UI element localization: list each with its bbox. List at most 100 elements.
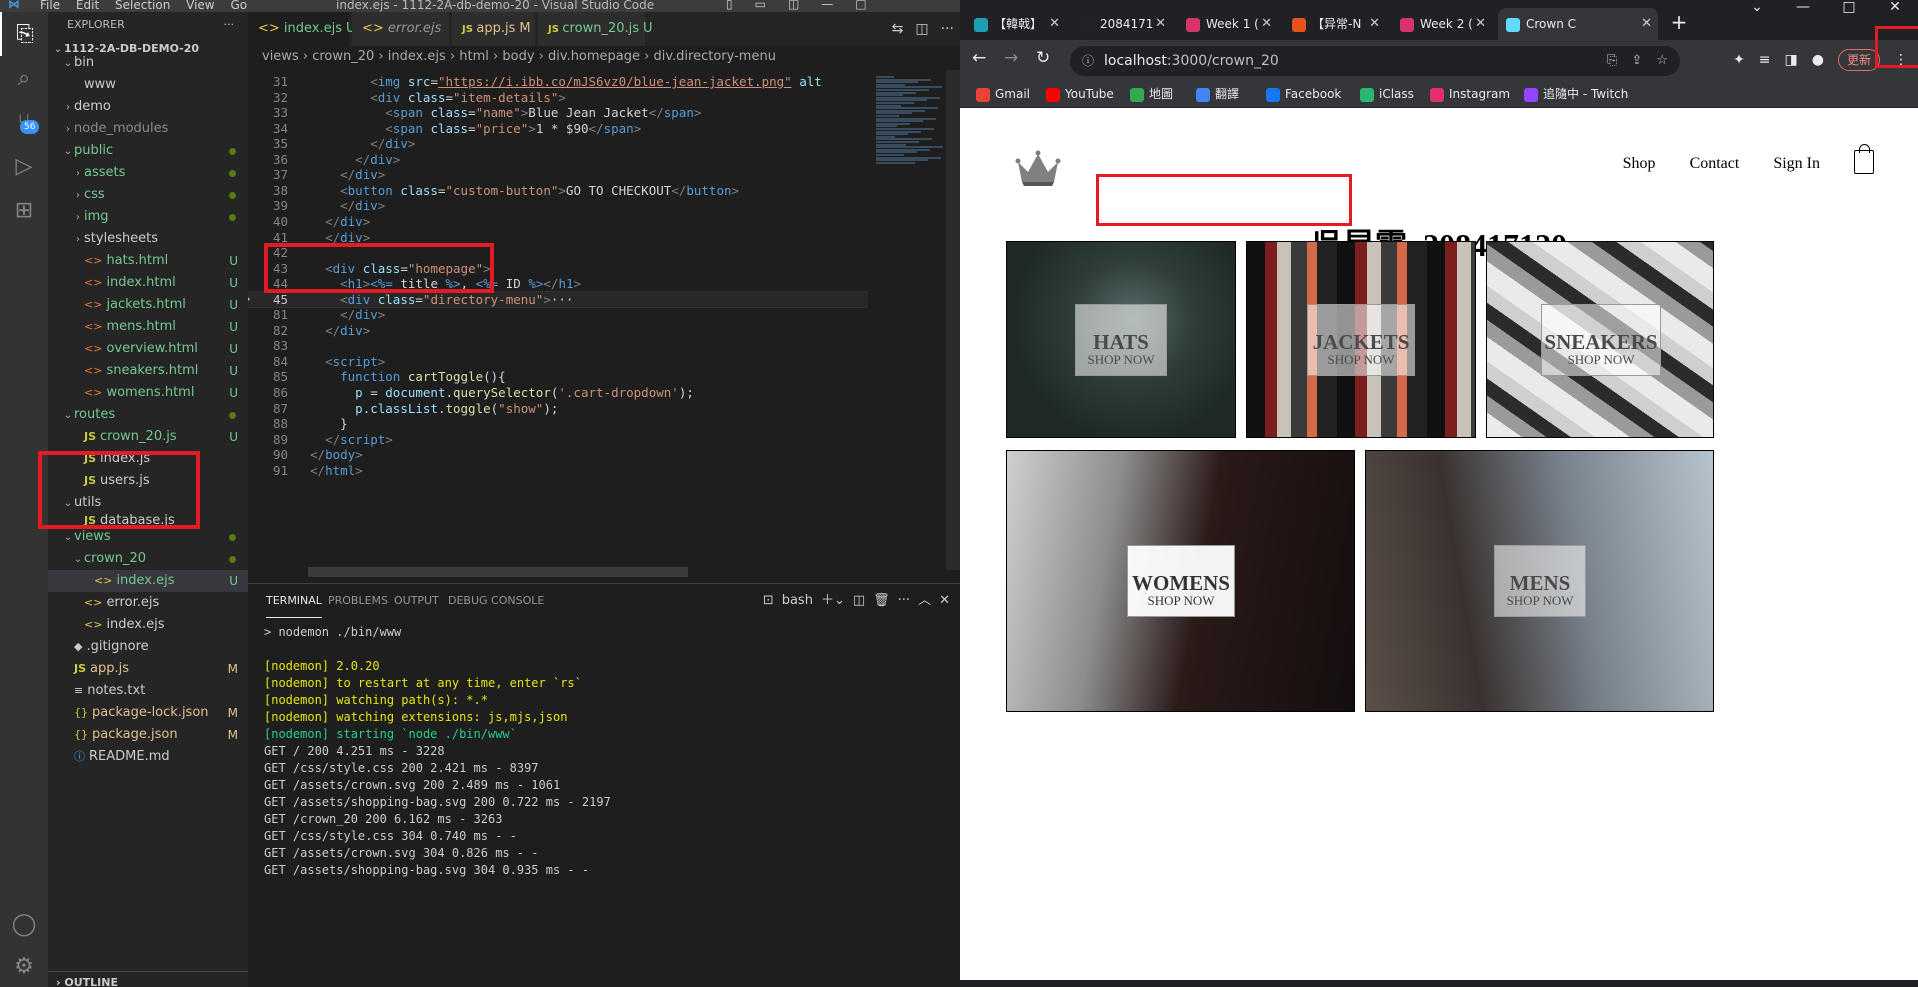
category-content-box[interactable]: JACKETS SHOP NOW bbox=[1307, 304, 1415, 376]
chevron-down-icon[interactable]: ⌄ bbox=[1734, 0, 1780, 14]
editor-tab[interactable]: <> index.ejs U bbox=[248, 12, 356, 46]
code-line[interactable]: 36 </div> bbox=[248, 152, 868, 168]
settings-gear-icon[interactable]: ⚙ bbox=[0, 944, 48, 987]
code-line[interactable]: 87 p.classList.toggle("show"); bbox=[248, 401, 868, 417]
tree-item[interactable]: › assets bbox=[48, 162, 248, 184]
tab-problems[interactable]: PROBLEMS bbox=[328, 584, 388, 618]
translate-icon[interactable]: ⎘ bbox=[1607, 53, 1617, 68]
menu-edit[interactable]: Edit bbox=[76, 0, 99, 12]
breadcrumb-item[interactable]: crown_20 bbox=[312, 49, 374, 64]
kill-terminal-icon[interactable]: 🗑 bbox=[873, 593, 890, 608]
category-content-box[interactable]: HATS SHOP NOW bbox=[1075, 304, 1167, 376]
minimize-icon[interactable]: — bbox=[821, 0, 833, 11]
layout-toggle-icon[interactable]: ▯ bbox=[726, 0, 733, 11]
bookmark-item[interactable]: Instagram bbox=[1430, 80, 1510, 108]
run-debug-icon[interactable]: ▷ bbox=[0, 144, 48, 188]
update-button[interactable]: 更新 bbox=[1837, 49, 1880, 71]
menu-selection[interactable]: Selection bbox=[115, 0, 170, 12]
tree-item[interactable]: <> sneakers.html U bbox=[48, 360, 248, 382]
extensions-puzzle-icon[interactable]: ✦ bbox=[1733, 52, 1745, 68]
code-line[interactable]: 34 <span class="price">1 * $90</span> bbox=[248, 121, 868, 137]
profile-avatar[interactable]: ● bbox=[1812, 52, 1824, 68]
close-panel-icon[interactable]: ✕ bbox=[939, 593, 950, 608]
code-line[interactable]: 91 </html> bbox=[248, 463, 868, 479]
crown-logo-icon[interactable] bbox=[1012, 148, 1064, 188]
tree-item[interactable]: <> mens.html U bbox=[48, 316, 248, 338]
code-line[interactable]: 81 </div> bbox=[248, 307, 868, 323]
browser-tab[interactable]: Week 1 (✕ bbox=[1178, 8, 1278, 40]
tree-item[interactable]: <> overview.html U bbox=[48, 338, 248, 360]
code-line[interactable]: 82 </div> bbox=[248, 323, 868, 339]
outline-section[interactable]: › OUTLINE bbox=[48, 971, 248, 987]
nav-shop[interactable]: Shop bbox=[1623, 155, 1656, 172]
tree-item[interactable]: ◆ .gitignore bbox=[48, 636, 248, 658]
category-content-box[interactable]: WOMENS SHOP NOW bbox=[1127, 545, 1235, 617]
terminal-output[interactable]: > nodemon ./bin/www [nodemon] 2.0.20 [node… bbox=[264, 624, 954, 879]
breadcrumb-item[interactable]: index.ejs bbox=[388, 49, 446, 64]
code-line[interactable]: 84 <script> bbox=[248, 354, 868, 370]
address-bar[interactable]: ⓘ localhost:3000/crown_20 ⎘ ⇪ ☆ bbox=[1070, 46, 1680, 76]
tab-close-icon[interactable]: ✕ bbox=[1369, 8, 1380, 40]
code-line[interactable]: 32 <div class="item-details"> bbox=[248, 90, 868, 106]
more-actions-icon[interactable]: ··· bbox=[224, 12, 235, 38]
nav-signin[interactable]: Sign In bbox=[1773, 155, 1820, 172]
browser-tab[interactable]: Week 2 (✕ bbox=[1392, 8, 1492, 40]
tree-item[interactable]: ≡ notes.txt bbox=[48, 680, 248, 702]
fold-chevron-icon[interactable]: › bbox=[248, 292, 252, 308]
tree-item[interactable]: ⌄ views bbox=[48, 526, 248, 548]
bookmark-item[interactable]: 地圖 bbox=[1130, 80, 1173, 108]
code-line[interactable]: 86 p = document.querySelector('.cart-dro… bbox=[248, 385, 868, 401]
tab-output[interactable]: OUTPUT bbox=[394, 584, 439, 618]
tab-close-icon[interactable]: ✕ bbox=[1261, 8, 1272, 40]
minimize-icon[interactable]: — bbox=[1780, 0, 1826, 14]
tab-terminal[interactable]: TERMINAL bbox=[266, 584, 322, 618]
compare-icon[interactable]: ⇆ bbox=[892, 21, 904, 37]
category-tile[interactable]: HATS SHOP NOW bbox=[1006, 241, 1236, 438]
breadcrumb-item[interactable]: div.homepage bbox=[548, 49, 640, 64]
tree-item[interactable]: <> index.html U bbox=[48, 272, 248, 294]
tree-item[interactable]: › img bbox=[48, 206, 248, 228]
bookmark-star-icon[interactable]: ☆ bbox=[1656, 53, 1668, 68]
category-tile[interactable]: WOMENS SHOP NOW bbox=[1006, 450, 1355, 712]
tree-item[interactable]: › stylesheets bbox=[48, 228, 248, 250]
editor-tab[interactable]: <> error.ejs bbox=[352, 12, 450, 46]
menu-file[interactable]: File bbox=[40, 0, 60, 12]
tab-close-icon[interactable]: ✕ bbox=[1475, 8, 1486, 40]
tab-close-icon[interactable]: ✕ bbox=[1155, 8, 1166, 40]
code-line[interactable]: 89 </script> bbox=[248, 432, 868, 448]
breadcrumb-item[interactable]: views bbox=[262, 49, 299, 64]
code-line[interactable]: 38 <button class="custom-button">GO TO C… bbox=[248, 183, 868, 199]
account-icon[interactable]: ◯ bbox=[0, 902, 48, 946]
split-terminal-icon[interactable]: ◫ bbox=[853, 593, 865, 608]
code-line[interactable]: 88 } bbox=[248, 416, 868, 432]
forward-icon[interactable]: → bbox=[1004, 48, 1018, 68]
extensions-icon[interactable]: ⊞ bbox=[0, 188, 48, 232]
tree-item[interactable]: JS app.js M bbox=[48, 658, 248, 680]
bookmark-item[interactable]: Facebook bbox=[1266, 80, 1341, 108]
browser-tab[interactable]: 2084171 ✕ bbox=[1072, 8, 1172, 40]
reload-icon[interactable]: ↻ bbox=[1036, 48, 1050, 68]
category-tile[interactable]: MENS SHOP NOW bbox=[1365, 450, 1714, 712]
browser-tab[interactable]: 【异常-N ✕ bbox=[1284, 8, 1386, 40]
layout-sidebar-icon[interactable]: ◫ bbox=[788, 0, 799, 11]
code-line[interactable]: 37 </div> bbox=[248, 167, 868, 183]
code-line[interactable]: 35 </div> bbox=[248, 136, 868, 152]
side-panel-icon[interactable]: ◨ bbox=[1785, 52, 1798, 68]
code-line[interactable]: 31 <img src="https://i.ibb.co/mJS6vz0/bl… bbox=[248, 74, 868, 90]
code-line[interactable]: 33 <span class="name">Blue Jean Jacket</… bbox=[248, 105, 868, 121]
tree-item[interactable]: {} package.json M bbox=[48, 724, 248, 746]
media-icon[interactable]: ≡ bbox=[1759, 52, 1771, 68]
editor-tab[interactable]: JS app.js M bbox=[452, 12, 536, 46]
tree-item[interactable]: <> error.ejs bbox=[48, 592, 248, 614]
search-icon[interactable]: ⌕ bbox=[0, 56, 48, 100]
tree-item[interactable]: <> jackets.html U bbox=[48, 294, 248, 316]
bookmark-item[interactable]: iClass bbox=[1360, 80, 1414, 108]
terminal-shell-label[interactable]: bash bbox=[782, 593, 813, 608]
panel-more-icon[interactable]: ··· bbox=[898, 593, 910, 608]
tree-item[interactable]: <> hats.html U bbox=[48, 250, 248, 272]
explorer-icon[interactable]: ⎘ bbox=[0, 12, 48, 56]
tree-item[interactable]: ⌄ public bbox=[48, 140, 248, 162]
layout-panel-icon[interactable]: ▭ bbox=[755, 0, 766, 11]
editor-vertical-scrollbar[interactable] bbox=[946, 70, 960, 570]
tree-item[interactable]: www bbox=[48, 74, 248, 96]
